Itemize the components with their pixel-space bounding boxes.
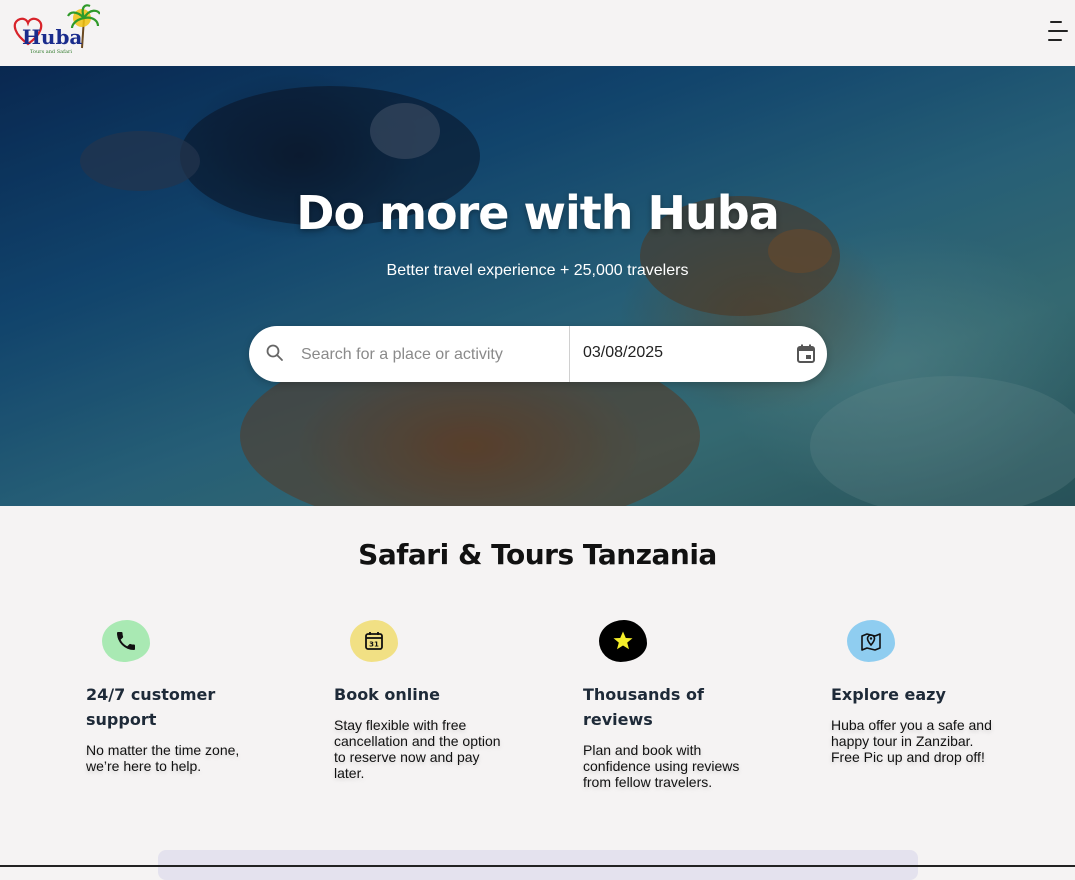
star-icon <box>599 620 647 662</box>
date-value[interactable]: 03/08/2025 <box>583 344 663 362</box>
map-pin-icon <box>847 620 895 662</box>
hamburger-menu-icon[interactable] <box>1040 16 1070 46</box>
search-icon <box>265 343 285 363</box>
logo-tagline: Tours and Safari <box>30 49 72 55</box>
feature-description: Plan and book with confidence using revi… <box>583 742 740 790</box>
site-header: Huba Tours and Safari <box>0 0 1075 66</box>
phone-icon <box>102 620 150 662</box>
section-title: Safari & Tours Tanzania <box>358 538 717 571</box>
feature-title: 24/7 customer support <box>86 685 216 729</box>
svg-text:31: 31 <box>369 641 379 649</box>
feature-description: Stay flexible with free cancellation and… <box>334 717 501 781</box>
hero-banner: Do more with Huba Better travel experien… <box>0 66 1075 506</box>
search-bar: 03/08/2025 <box>249 326 827 382</box>
hero-overlay <box>0 66 1075 506</box>
feature-title: Thousands of reviews <box>583 685 704 729</box>
logo-text: Huba <box>22 25 82 49</box>
feature-title: Explore eazy <box>831 685 946 704</box>
feature-title: Book online <box>334 685 440 704</box>
feature-description: No matter the time zone, we’re here to h… <box>86 742 240 774</box>
feature-description: Huba offer you a safe and happy tour in … <box>831 717 992 765</box>
calendar-icon[interactable] <box>794 342 818 366</box>
date-field[interactable]: 03/08/2025 <box>569 326 828 382</box>
huba-logo[interactable]: Huba Tours and Safari <box>10 4 101 56</box>
hero-subtitle: Better travel experience + 25,000 travel… <box>386 262 689 279</box>
hero-title: Do more with Huba <box>296 186 779 240</box>
calendar-icon: 31 <box>350 620 398 662</box>
search-input[interactable] <box>299 334 563 376</box>
